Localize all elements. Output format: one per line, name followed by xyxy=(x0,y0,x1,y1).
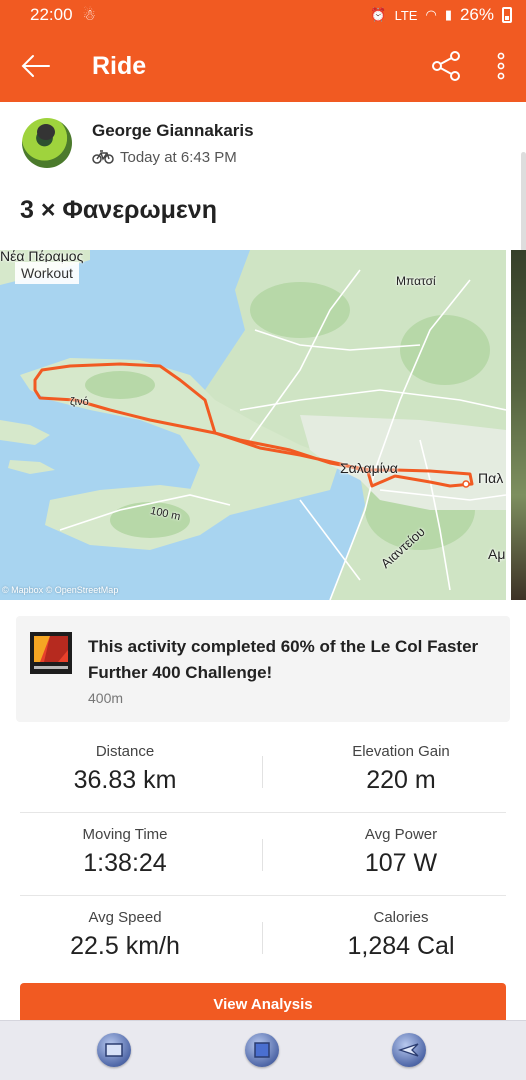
stat-elevation: Elevation Gain 220 m xyxy=(276,743,526,795)
land-islet-2 xyxy=(8,460,55,474)
challenge-text: This activity completed 60% of the Le Co… xyxy=(88,637,479,682)
photo-thumbnail[interactable] xyxy=(511,250,526,600)
athlete-info: George Giannakaris Today at 6:43 PM xyxy=(92,121,254,166)
share-icon xyxy=(432,51,460,81)
notification-icon: ☃ xyxy=(82,7,96,24)
stat-moving-time: Moving Time 1:38:24 xyxy=(0,826,250,878)
land-islet-1 xyxy=(0,420,50,445)
route-map[interactable]: Νέα Πέραμος Μπατσί ζινό Σαλαμίνα Παλ 100… xyxy=(0,250,506,600)
map-label-mid: ζινό xyxy=(70,396,89,408)
stats-row-divider xyxy=(20,895,506,896)
stat-label: Avg Speed xyxy=(88,909,162,926)
map-label-ne: Μπατσί xyxy=(396,274,436,288)
status-bar: 22:00 ☃ ⏰ LTE ◠ ▮ 26% xyxy=(0,0,526,30)
forest-patch-2 xyxy=(400,315,490,385)
stat-distance: Distance 36.83 km xyxy=(0,743,250,795)
stat-label: Calories xyxy=(373,909,429,926)
share-button[interactable] xyxy=(416,30,476,102)
back-button[interactable] xyxy=(0,30,72,102)
recent-apps-icon xyxy=(105,1043,123,1057)
stat-avg-speed: Avg Speed 22.5 km/h xyxy=(0,909,250,961)
app-bar: Ride xyxy=(0,30,526,102)
more-vert-icon xyxy=(497,52,505,80)
battery-percent: 26% xyxy=(459,5,494,24)
network-label: LTE xyxy=(394,7,418,23)
stat-label: Avg Power xyxy=(364,826,438,843)
stats-row-divider xyxy=(20,812,506,813)
home-button[interactable] xyxy=(245,1033,279,1067)
bike-icon xyxy=(92,150,114,164)
challenge-badge xyxy=(30,632,72,674)
challenge-subtitle: 400m xyxy=(88,690,124,706)
workout-tag: Workout xyxy=(15,262,79,284)
athlete-header[interactable]: George Giannakaris Today at 6:43 PM xyxy=(22,118,254,168)
wifi-icon: ◠ xyxy=(425,7,437,22)
athlete-name[interactable]: George Giannakaris xyxy=(92,121,254,141)
activity-meta: Today at 6:43 PM xyxy=(92,149,254,166)
map-attribution[interactable]: © Mapbox © OpenStreetMap xyxy=(2,585,118,595)
forest-patch-1 xyxy=(250,282,350,338)
stat-value: 1:38:24 xyxy=(83,849,167,877)
alarm-icon: ⏰ xyxy=(370,7,387,22)
stat-divider xyxy=(262,922,263,954)
signal-icon: ▮ xyxy=(444,7,452,22)
stat-calories: Calories 1,284 Cal xyxy=(276,909,526,961)
map-canvas xyxy=(0,250,506,600)
stat-label: Moving Time xyxy=(82,826,168,843)
back-nav-button[interactable] xyxy=(392,1033,426,1067)
stat-divider xyxy=(262,756,263,788)
stat-value: 220 m xyxy=(366,766,436,794)
status-icons: ⏰ LTE ◠ ▮ 26% xyxy=(370,5,512,25)
route-end-marker xyxy=(462,480,470,488)
activity-timestamp: Today at 6:43 PM xyxy=(120,148,237,166)
more-options-button[interactable] xyxy=(476,30,526,102)
activity-title: 3 × Φανερωμενη xyxy=(20,196,217,224)
home-icon xyxy=(254,1042,270,1058)
map-label-far-east: Αμ xyxy=(488,546,506,562)
map-label-town: Σαλαμίνα xyxy=(340,460,398,476)
page-title: Ride xyxy=(92,51,147,80)
battery-icon xyxy=(502,7,512,23)
back-arrow-icon xyxy=(21,55,50,77)
le-col-logo xyxy=(30,632,72,674)
stat-divider xyxy=(262,839,263,871)
stat-avg-power: Avg Power 107 W xyxy=(276,826,526,878)
stat-value: 22.5 km/h xyxy=(70,932,180,960)
challenge-card[interactable]: This activity completed 60% of the Le Co… xyxy=(16,616,510,722)
back-triangle-icon xyxy=(398,1043,419,1057)
status-time: 22:00 xyxy=(30,5,73,24)
map-label-east: Παλ xyxy=(478,470,504,486)
forest-patch-5 xyxy=(85,371,155,399)
stat-value: 107 W xyxy=(364,849,438,877)
recent-apps-button[interactable] xyxy=(97,1033,131,1067)
stat-value: 1,284 Cal xyxy=(347,932,455,960)
scrollbar[interactable] xyxy=(521,152,526,252)
stat-value: 36.83 km xyxy=(73,766,177,794)
stat-label: Distance xyxy=(95,743,155,760)
stat-label: Elevation Gain xyxy=(352,743,450,760)
avatar[interactable] xyxy=(22,118,72,168)
system-nav-bar xyxy=(0,1020,526,1080)
